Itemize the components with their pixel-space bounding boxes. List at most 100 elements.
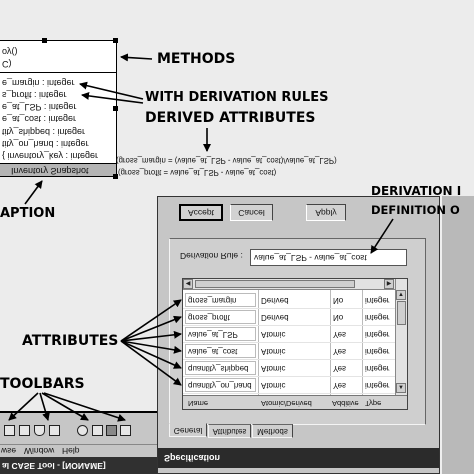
class-box-title-bar[interactable]: Inventory Snapshot bbox=[0, 163, 116, 176]
class-attribute: e_at_LSP : integer bbox=[2, 102, 77, 112]
toolbar-tool-icon[interactable] bbox=[4, 425, 15, 436]
annotation-attributes: ATTRIBUTES bbox=[22, 333, 119, 349]
class-attribute: e_margin : integer bbox=[2, 78, 75, 88]
toolbar-tool-icon[interactable] bbox=[106, 425, 117, 436]
cell-kind: Derived bbox=[261, 313, 289, 322]
scroll-down-icon[interactable]: ▼ bbox=[396, 383, 406, 393]
selection-handle[interactable] bbox=[113, 38, 118, 43]
annotation-caption: APTION bbox=[0, 206, 56, 221]
cell-type: integer bbox=[365, 364, 390, 373]
column-header-name[interactable]: Name bbox=[188, 399, 208, 408]
cell-kind: Atomic bbox=[261, 330, 286, 339]
column-header-type[interactable]: Type bbox=[365, 399, 381, 408]
horizontal-scroll-thumb[interactable] bbox=[195, 280, 355, 288]
cell-name: quantity_on_hand bbox=[188, 381, 252, 390]
cell-name: gross_margin bbox=[188, 296, 237, 305]
class-attribute: tity_on_hand : integer bbox=[2, 139, 89, 149]
cell-type: integer bbox=[365, 381, 390, 390]
table-row[interactable]: quantity_shipped Atomic Yes integer bbox=[183, 360, 395, 377]
annotation-methods: METHODS bbox=[157, 51, 236, 67]
cell-type: integer bbox=[365, 313, 390, 322]
menu-browse[interactable]: wse bbox=[1, 446, 16, 456]
derivation-rule-label: Derivation Rule : bbox=[180, 251, 243, 261]
table-row[interactable]: value_at_cost Atomic Yes integer bbox=[183, 343, 395, 360]
tab-methods[interactable]: Methods bbox=[252, 424, 293, 438]
class-attribute: { inventory_key : integer bbox=[2, 151, 99, 161]
cell-name: value_at_LSP bbox=[188, 330, 238, 339]
table-row[interactable]: value_at_LSP Atomic Yes integer bbox=[183, 326, 395, 343]
table-row[interactable]: quantity_on_hand Atomic Yes integer bbox=[183, 377, 395, 394]
cell-name: gross_profit bbox=[188, 313, 230, 322]
cell-type: integer bbox=[365, 347, 390, 356]
table-row[interactable]: gross_margin Derived No integer bbox=[183, 292, 395, 309]
toolbar-tool-icon[interactable] bbox=[120, 425, 131, 436]
vertical-scroll-thumb[interactable] bbox=[397, 301, 406, 325]
toolbar-tool-icon[interactable] bbox=[49, 425, 60, 436]
main-menu-bar: wse Window Help bbox=[0, 444, 157, 457]
class-method: oy() bbox=[2, 47, 18, 57]
annotation-toolbars: TOOLBARS bbox=[0, 376, 85, 392]
cell-type: integer bbox=[365, 330, 390, 339]
annotation-derived-attributes: DERIVED ATTRIBUTES bbox=[145, 110, 316, 126]
menu-help[interactable]: Help bbox=[62, 446, 79, 456]
cell-additive: Yes bbox=[333, 381, 347, 390]
arrow-to-caption bbox=[24, 180, 43, 205]
annotation-definition: DEFINITION O bbox=[371, 203, 460, 217]
selection-handle[interactable] bbox=[113, 174, 118, 179]
app-title-bar: al CASE Tool - [NONAME] bbox=[0, 457, 157, 474]
column-header-atomic-derived[interactable]: Atomic/Derived bbox=[261, 399, 312, 408]
class-box-inventory-snapshot[interactable]: oy() C) e_margin : integer s_profit : in… bbox=[0, 40, 117, 177]
toolbar-tool-icon[interactable] bbox=[19, 425, 30, 436]
toolbar-tool-icon[interactable] bbox=[34, 425, 45, 436]
apply-button[interactable]: Apply bbox=[306, 204, 346, 221]
attributes-table: ◀ ▶ ▲ ▼ gross_margin Derived No integer bbox=[182, 278, 408, 410]
selection-handle[interactable] bbox=[113, 106, 118, 111]
tab-page-attributes: Derivation Rule : value_at_LSP - value_a… bbox=[169, 238, 426, 425]
scroll-left-icon[interactable]: ◀ bbox=[183, 279, 193, 289]
menu-window[interactable]: Window bbox=[24, 446, 54, 456]
cell-additive: No bbox=[333, 296, 344, 305]
annotation-with-derivation-rules: WITH DERIVATION RULES bbox=[145, 90, 329, 105]
tab-attributes[interactable]: Attributes bbox=[208, 424, 251, 438]
selection-handle[interactable] bbox=[42, 38, 47, 43]
annotation-derivation: DERIVATION I bbox=[371, 184, 462, 198]
dialog-title: Specification bbox=[164, 453, 221, 463]
app-title: al CASE Tool - [NONAME] bbox=[2, 461, 106, 471]
main-window-area bbox=[440, 196, 474, 474]
tab-general[interactable]: General bbox=[169, 423, 207, 437]
scroll-right-icon[interactable]: ▶ bbox=[384, 279, 394, 289]
class-box-separator bbox=[0, 72, 116, 73]
cell-additive: Yes bbox=[333, 347, 347, 356]
cell-name: quantity_shipped bbox=[188, 364, 249, 373]
specification-dialog: Accept Cancel Apply Derivation Rule : va… bbox=[157, 196, 440, 474]
cell-kind: Derived bbox=[261, 296, 289, 305]
derivation-rule-note: (gross_margin = (value_at_LSP - value_at… bbox=[116, 156, 337, 165]
cell-type: integer bbox=[365, 296, 390, 305]
class-attribute: e_at_cost : integer bbox=[2, 114, 77, 124]
cell-kind: Atomic bbox=[261, 381, 286, 390]
arrow-to-methods bbox=[120, 53, 153, 62]
toolbar-tool-icon[interactable] bbox=[77, 425, 88, 436]
main-toolbar bbox=[0, 411, 157, 444]
cell-additive: No bbox=[333, 313, 344, 322]
class-box-title: Inventory Snapshot bbox=[11, 166, 89, 176]
scroll-up-icon[interactable]: ▲ bbox=[396, 290, 406, 300]
column-header-additive[interactable]: Additive bbox=[332, 399, 359, 408]
dialog-title-bar[interactable]: Specification bbox=[158, 448, 439, 468]
accept-button[interactable]: Accept bbox=[179, 204, 223, 221]
table-header: Name Atomic/Derived Additive Type bbox=[183, 395, 407, 409]
vertical-scrollbar[interactable]: ▲ ▼ bbox=[395, 279, 407, 395]
class-method: C) bbox=[2, 59, 12, 69]
class-attribute: s_profit : integer bbox=[2, 90, 67, 100]
derivation-rule-note: (gross_profit = value_at_LSP - value_at_… bbox=[118, 168, 277, 177]
derivation-rule-input[interactable]: value_at_LSP - value_at_cost bbox=[250, 249, 407, 266]
cell-additive: Yes bbox=[333, 364, 347, 373]
toolbar-tool-icon[interactable] bbox=[92, 425, 103, 436]
class-attribute: tity_shipped : integer bbox=[2, 127, 86, 137]
cell-additive: Yes bbox=[333, 330, 347, 339]
cell-name: value_at_cost bbox=[188, 347, 238, 356]
cell-kind: Atomic bbox=[261, 364, 286, 373]
cancel-button[interactable]: Cancel bbox=[230, 204, 273, 221]
table-row[interactable]: gross_profit Derived No integer bbox=[183, 309, 395, 326]
horizontal-scrollbar[interactable]: ◀ ▶ bbox=[183, 279, 395, 290]
